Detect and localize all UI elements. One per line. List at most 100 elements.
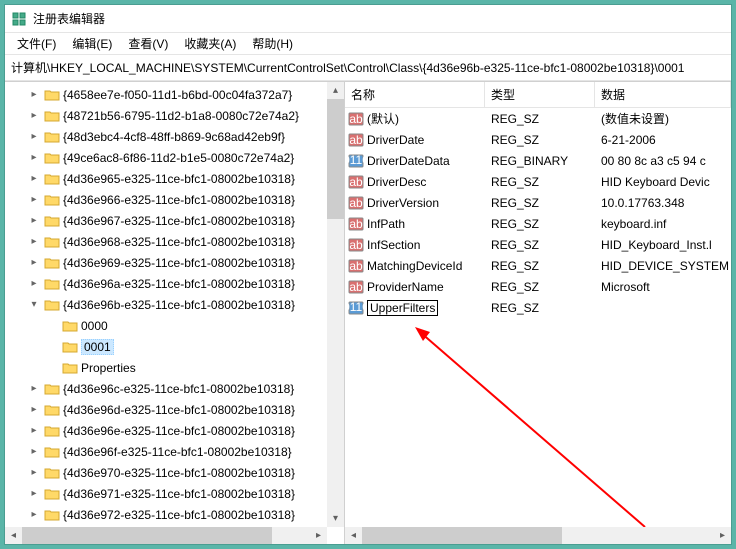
tree-item[interactable]: ▸{4d36e970-e325-11ce-bfc1-08002be10318} (5, 462, 344, 483)
string-value-icon: ab (348, 195, 364, 211)
tree-pane[interactable]: ▸{4658ee7e-f050-11d1-b6bd-00c04fa372a7}▸… (5, 82, 345, 544)
value-name: InfSection (367, 238, 420, 252)
expander-icon[interactable]: ▸ (27, 214, 41, 228)
folder-icon (44, 382, 60, 396)
expander-icon[interactable]: ▸ (27, 277, 41, 291)
value-data: 10.0.17763.348 (595, 196, 731, 210)
tree-item[interactable]: 0000 (5, 315, 344, 336)
folder-icon (44, 424, 60, 438)
scroll-down-arrow[interactable]: ▾ (327, 510, 344, 527)
folder-icon (44, 109, 60, 123)
scroll-up-arrow[interactable]: ▴ (327, 82, 344, 99)
registry-value-row[interactable]: abProviderNameREG_SZMicrosoft (345, 276, 731, 297)
expander-icon[interactable]: ▸ (27, 109, 41, 123)
expander-icon[interactable]: ▸ (27, 193, 41, 207)
tree-item[interactable]: ▸ {4d36e966-e325-11ce-bfc1-08002be10318} (5, 189, 344, 210)
scroll-thumb[interactable] (22, 527, 272, 544)
value-type: REG_SZ (485, 301, 595, 315)
binary-value-icon: 0110 (348, 300, 364, 316)
titlebar[interactable]: 注册表编辑器 (5, 5, 731, 33)
folder-icon (44, 466, 60, 480)
expander-icon[interactable]: ▸ (27, 466, 41, 480)
tree-item[interactable]: ▸{4658ee7e-f050-11d1-b6bd-00c04fa372a7} (5, 84, 344, 105)
menu-favorites[interactable]: 收藏夹(A) (176, 33, 244, 54)
expander-icon[interactable]: ▾ (27, 298, 41, 312)
svg-text:0110: 0110 (348, 300, 364, 314)
registry-value-row[interactable]: ab(默认)REG_SZ(数值未设置) (345, 108, 731, 129)
value-name: DriverDateData (367, 154, 450, 168)
tree-item[interactable]: ▸{4d36e972-e325-11ce-bfc1-08002be10318} (5, 504, 344, 525)
expander-icon[interactable]: ▸ (27, 88, 41, 102)
menu-help[interactable]: 帮助(H) (244, 33, 301, 54)
expander-icon[interactable]: ▸ (27, 424, 41, 438)
expander-icon[interactable]: ▸ (27, 235, 41, 249)
tree-item[interactable]: ▸{4d36e96c-e325-11ce-bfc1-08002be10318} (5, 378, 344, 399)
column-type[interactable]: 类型 (485, 82, 595, 107)
folder-icon (44, 298, 60, 312)
tree-item[interactable]: ▸ {4d36e96d-e325-11ce-bfc1-08002be10318} (5, 399, 344, 420)
svg-text:0110: 0110 (348, 153, 364, 167)
value-name: DriverDate (367, 133, 424, 147)
tree-item[interactable]: ▸ {48d3ebc4-4cf8-48ff-b869-9c68ad42eb9f} (5, 126, 344, 147)
list-scrollbar-horizontal[interactable]: ◂ ▸ (345, 527, 731, 544)
tree-scrollbar-horizontal[interactable]: ◂ ▸ (5, 527, 327, 544)
expander-icon[interactable]: ▸ (27, 151, 41, 165)
registry-value-row[interactable]: abDriverDescREG_SZHID Keyboard Devic (345, 171, 731, 192)
scroll-thumb[interactable] (327, 99, 344, 219)
value-data: HID Keyboard Devic (595, 175, 731, 189)
tree-item[interactable]: ▸{4d36e965-e325-11ce-bfc1-08002be10318} (5, 168, 344, 189)
tree-item[interactable]: ▸{48721b56-6795-11d2-b1a8-0080c72e74a2} (5, 105, 344, 126)
tree-item[interactable]: ▸{4d36e96a-e325-11ce-bfc1-08002be10318} (5, 273, 344, 294)
expander-icon[interactable]: ▸ (27, 382, 41, 396)
address-bar[interactable]: 计算机\HKEY_LOCAL_MACHINE\SYSTEM\CurrentCon… (5, 55, 731, 81)
menu-file[interactable]: 文件(F) (9, 33, 64, 54)
tree-label: {4d36e96d-e325-11ce-bfc1-08002be10318} (63, 403, 295, 417)
expander-icon[interactable]: ▸ (27, 403, 41, 417)
tree-item[interactable]: ▸{4d36e971-e325-11ce-bfc1-08002be10318} (5, 483, 344, 504)
value-name: (默认) (367, 110, 399, 127)
tree-item[interactable]: ▸{4d36e96e-e325-11ce-bfc1-08002be10318} (5, 420, 344, 441)
tree-item[interactable]: ▸{4d36e969-e325-11ce-bfc1-08002be10318} (5, 252, 344, 273)
tree-label: {49ce6ac8-6f86-11d2-b1e5-0080c72e74a2} (63, 151, 294, 165)
value-data: 00 80 8c a3 c5 94 c (595, 154, 731, 168)
expander-icon[interactable]: ▸ (27, 130, 41, 144)
tree-item[interactable]: ▸ {49ce6ac8-6f86-11d2-b1e5-0080c72e74a2} (5, 147, 344, 168)
string-value-icon: ab (348, 174, 364, 190)
expander-icon[interactable]: ▸ (27, 256, 41, 270)
tree-item[interactable]: ▾{4d36e96b-e325-11ce-bfc1-08002be10318} (5, 294, 344, 315)
tree-item[interactable]: Properties (5, 357, 344, 378)
scroll-right-arrow[interactable]: ▸ (714, 527, 731, 544)
scroll-thumb[interactable] (362, 527, 562, 544)
menu-view[interactable]: 查看(V) (120, 33, 176, 54)
scroll-right-arrow[interactable]: ▸ (310, 527, 327, 544)
registry-value-row[interactable]: abInfPathREG_SZkeyboard.inf (345, 213, 731, 234)
tree-item[interactable]: ▸ {4d36e96f-e325-11ce-bfc1-08002be10318} (5, 441, 344, 462)
tree-label: {4d36e96f-e325-11ce-bfc1-08002be10318} (63, 445, 292, 459)
expander-icon[interactable]: ▸ (27, 172, 41, 186)
scroll-left-arrow[interactable]: ◂ (345, 527, 362, 544)
tree-item[interactable]: 0001 (5, 336, 344, 357)
registry-value-row[interactable]: abInfSectionREG_SZHID_Keyboard_Inst.l (345, 234, 731, 255)
registry-value-row[interactable]: abDriverVersionREG_SZ10.0.17763.348 (345, 192, 731, 213)
tree-label: {48d3ebc4-4cf8-48ff-b869-9c68ad42eb9f} (63, 130, 285, 144)
tree-scrollbar-vertical[interactable]: ▴ ▾ (327, 82, 344, 527)
tree-item[interactable]: ▸{4d36e968-e325-11ce-bfc1-08002be10318} (5, 231, 344, 252)
folder-icon (44, 88, 60, 102)
registry-value-row[interactable]: abDriverDateREG_SZ6-21-2006 (345, 129, 731, 150)
scroll-left-arrow[interactable]: ◂ (5, 527, 22, 544)
registry-value-row[interactable]: 0110UpperFilters REG_SZ (345, 297, 731, 318)
menu-edit[interactable]: 编辑(E) (64, 33, 120, 54)
tree-item[interactable]: ▸{4d36e967-e325-11ce-bfc1-08002be10318} (5, 210, 344, 231)
expander-icon[interactable]: ▸ (27, 445, 41, 459)
expander-icon[interactable]: ▸ (27, 508, 41, 522)
value-name-edit[interactable]: UpperFilters (367, 300, 438, 316)
tree-label: {4d36e966-e325-11ce-bfc1-08002be10318} (63, 193, 295, 207)
value-data: HID_Keyboard_Inst.l (595, 238, 731, 252)
column-data[interactable]: 数据 (595, 82, 731, 107)
list-pane[interactable]: 名称 类型 数据 ab(默认)REG_SZ(数值未设置)abDriverDate… (345, 82, 731, 544)
registry-value-row[interactable]: 0110DriverDateDataREG_BINARY00 80 8c a3 … (345, 150, 731, 171)
registry-value-row[interactable]: abMatchingDeviceIdREG_SZHID_DEVICE_SYSTE… (345, 255, 731, 276)
expander-icon[interactable]: ▸ (27, 487, 41, 501)
column-name[interactable]: 名称 (345, 82, 485, 107)
svg-text:ab: ab (349, 280, 363, 294)
